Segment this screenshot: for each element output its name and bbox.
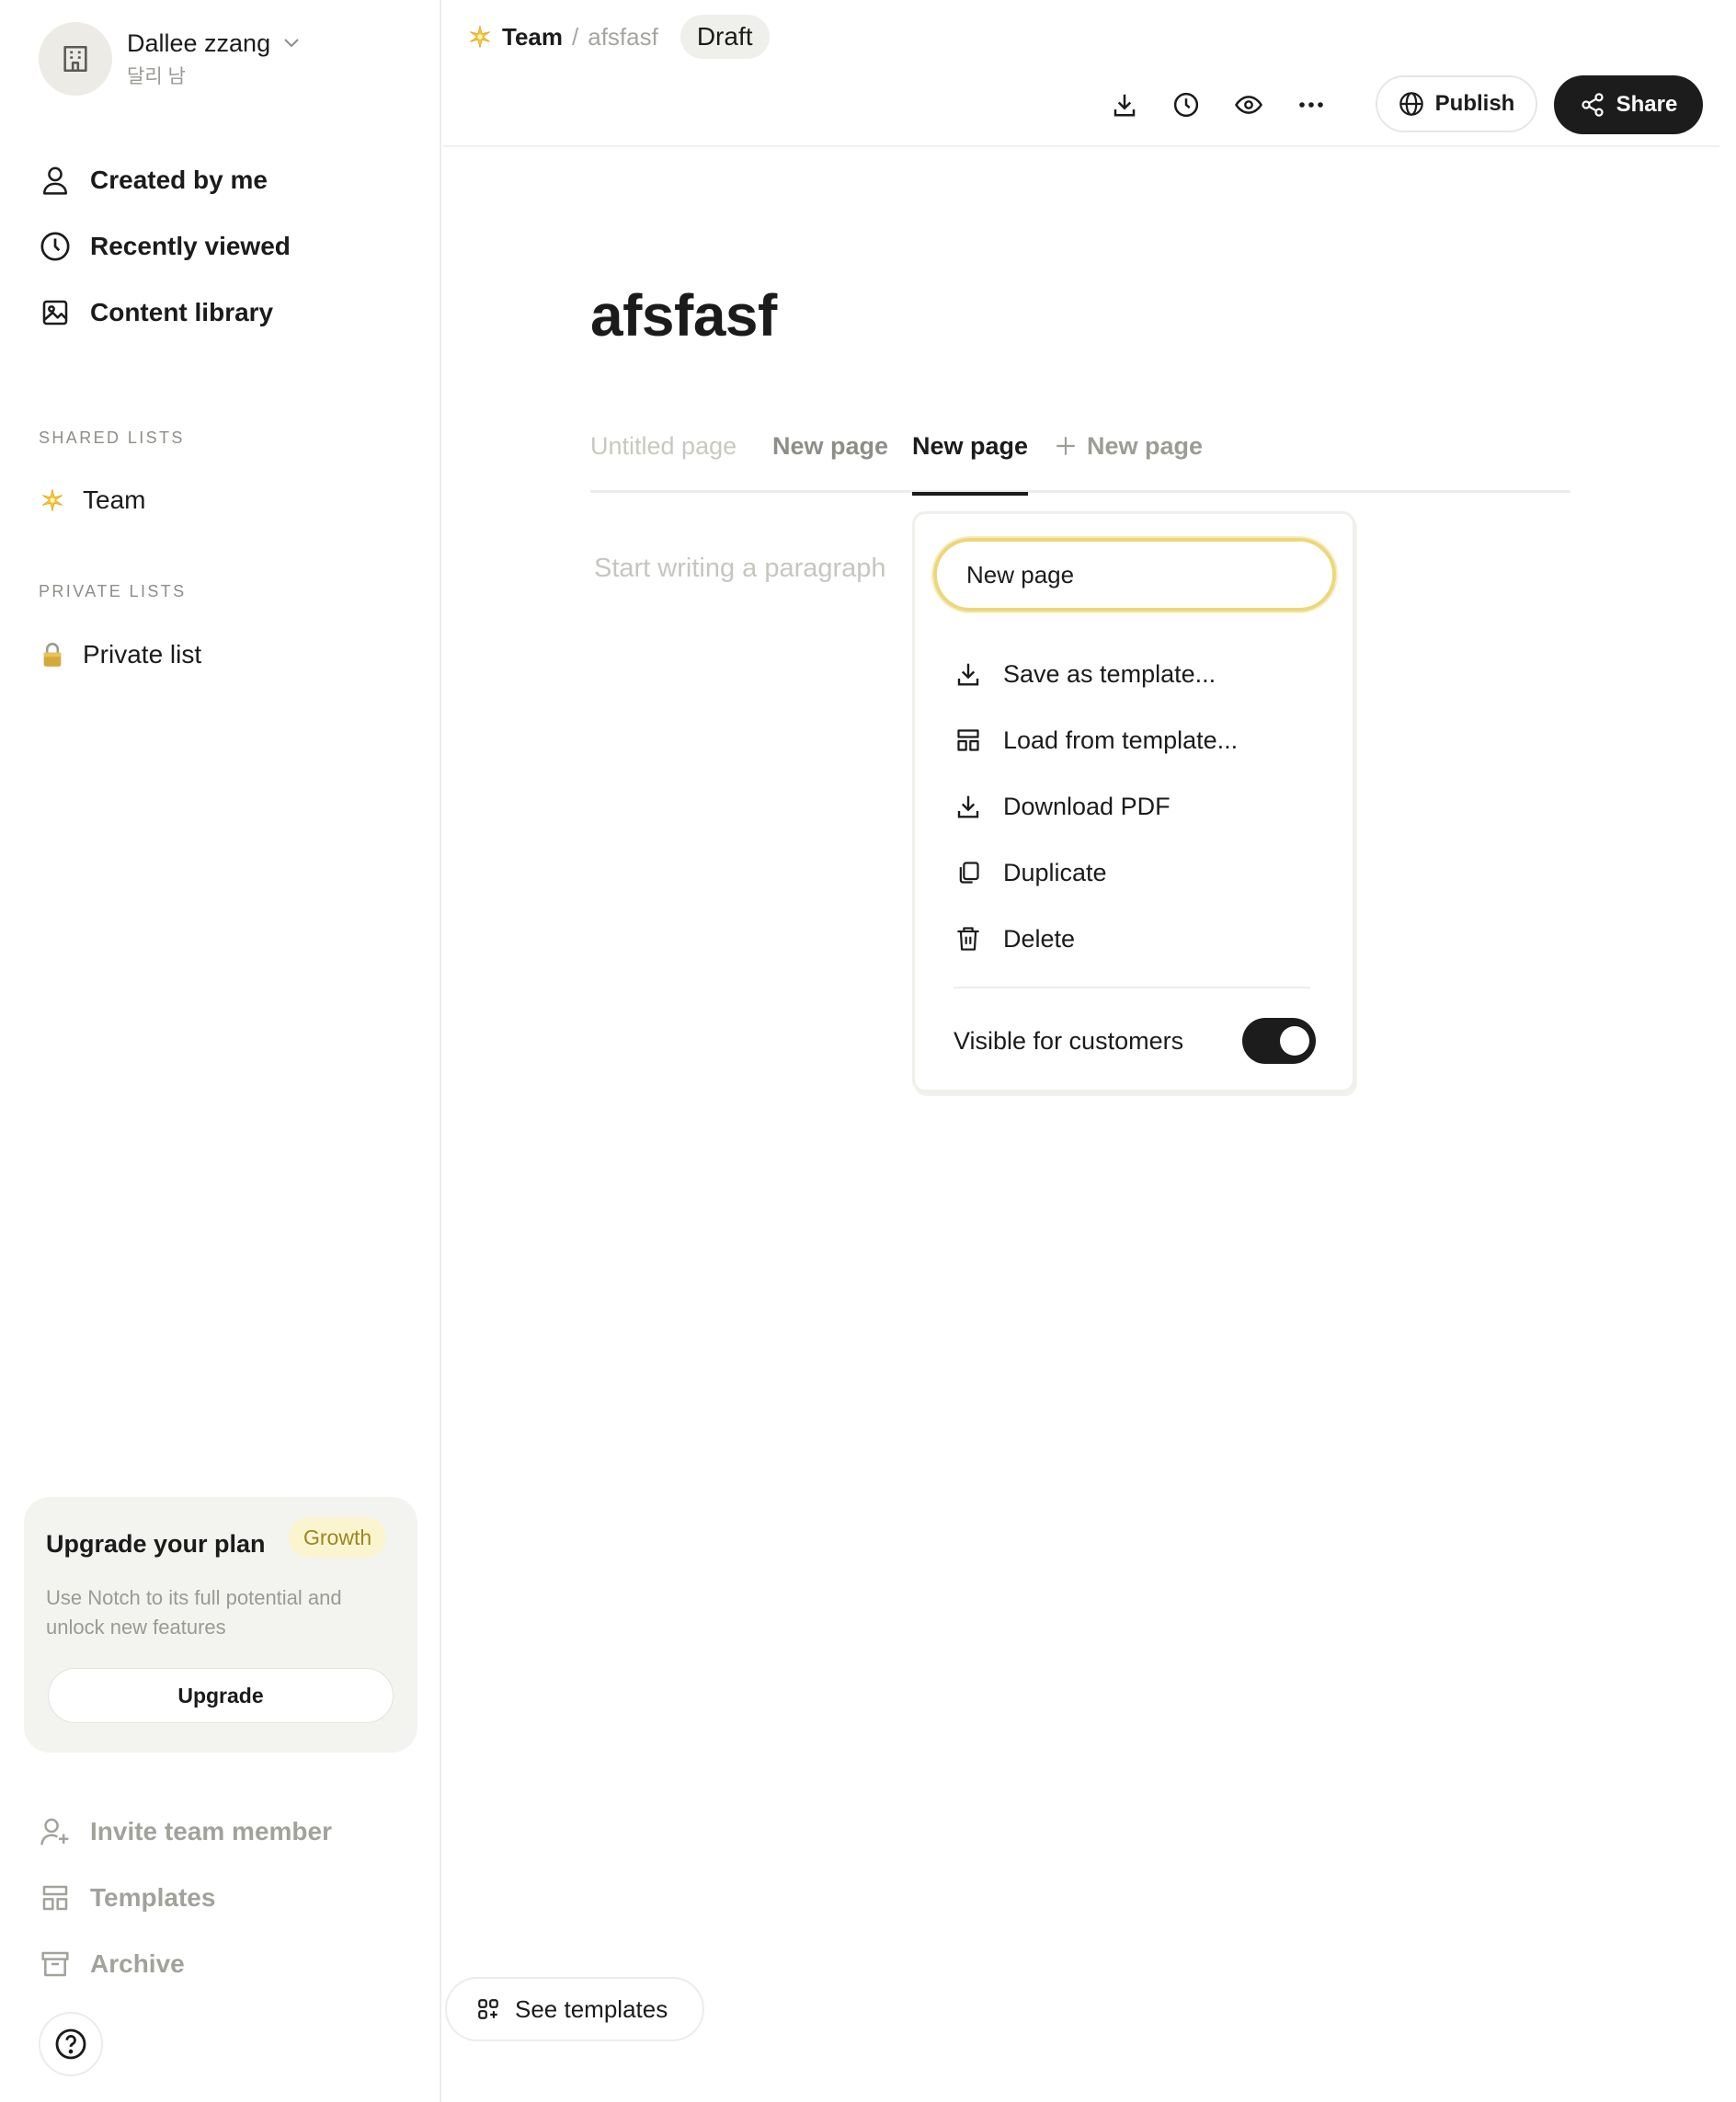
templates-grid-icon: [476, 1997, 500, 2021]
upgrade-button[interactable]: Upgrade: [48, 1668, 394, 1723]
menu-delete[interactable]: Delete: [954, 906, 1238, 972]
page-options-menu: Save as template... Load from template..…: [954, 641, 1238, 972]
nav-label: Created by me: [90, 166, 268, 194]
workspace-subtitle: 달리 남: [127, 65, 186, 87]
breadcrumb: Team / afsfasf Draft: [467, 15, 770, 59]
nav-invite-team-member[interactable]: Invite team member: [39, 1799, 332, 1865]
menu-save-as-template[interactable]: Save as template...: [954, 641, 1238, 707]
template-icon: [39, 1881, 72, 1914]
upgrade-card: Upgrade your plan Growth Use Notch to it…: [24, 1497, 417, 1753]
workspace-name: Dallee zzang: [127, 29, 271, 57]
menu-label: Download PDF: [1003, 792, 1171, 820]
document-title[interactable]: afsfasf: [590, 281, 777, 349]
menu-label: Duplicate: [1003, 858, 1107, 886]
nav-label: Templates: [90, 1883, 216, 1912]
list-item-private[interactable]: Private list: [39, 640, 201, 669]
help-icon: [54, 2028, 87, 2061]
more-button[interactable]: [1291, 85, 1331, 125]
menu-duplicate[interactable]: Duplicate: [954, 840, 1238, 906]
globe-icon: [1399, 91, 1424, 117]
download-icon: [954, 792, 983, 821]
upgrade-title: Upgrade your plan: [46, 1530, 266, 1558]
help-button[interactable]: [39, 2012, 103, 2076]
breadcrumb-page[interactable]: afsfasf: [588, 23, 658, 51]
menu-download-pdf[interactable]: Download PDF: [954, 773, 1238, 840]
add-page-label: New page: [1087, 432, 1204, 460]
download-icon: [1111, 91, 1138, 119]
upgrade-description: Use Notch to its full potential and unlo…: [46, 1586, 342, 1639]
paragraph-placeholder[interactable]: Start writing a paragraph: [594, 554, 886, 584]
nav-archive[interactable]: Archive: [39, 1931, 332, 1997]
visible-for-customers-toggle[interactable]: [1242, 1018, 1316, 1064]
toggle-knob: [1280, 1026, 1309, 1056]
workspace-avatar: [39, 22, 112, 96]
nav-label: Invite team member: [90, 1817, 332, 1845]
menu-label: Load from template...: [1003, 725, 1239, 754]
see-templates-label: See templates: [515, 1994, 668, 2023]
image-icon: [39, 296, 72, 329]
nav-recently-viewed[interactable]: Recently viewed: [39, 213, 291, 280]
load-template-icon: [954, 725, 983, 755]
status-badge: Draft: [680, 15, 770, 59]
breadcrumb-separator: /: [572, 22, 579, 51]
breadcrumb-team[interactable]: Team: [502, 23, 563, 51]
download-button[interactable]: [1104, 85, 1145, 125]
visible-for-customers-label: Visible for customers: [954, 1026, 1184, 1055]
nav-label: Content library: [90, 298, 274, 326]
plus-icon: [1054, 434, 1078, 458]
menu-label: Delete: [1003, 924, 1076, 953]
list-item-team[interactable]: Team: [39, 486, 145, 515]
sparkle-icon: [467, 24, 493, 50]
plan-badge: Growth: [289, 1517, 387, 1558]
tab-new-page-active[interactable]: New page: [912, 432, 1029, 496]
history-button[interactable]: [1166, 85, 1206, 125]
sparkle-icon: [39, 486, 66, 514]
add-page-button[interactable]: New page: [1054, 432, 1203, 461]
nav-label: Archive: [90, 1949, 185, 1978]
sidebar: Dallee zzang 달리 남 Created by me Recently…: [0, 0, 441, 2102]
page-tabs: Untitled page New page New page New page: [590, 423, 1570, 496]
chevron-down-icon: [283, 38, 300, 49]
publish-label: Publish: [1434, 91, 1515, 116]
menu-label: Save as template...: [1003, 659, 1216, 688]
workspace-switcher[interactable]: Dallee zzang 달리 남: [39, 22, 300, 96]
archive-icon: [39, 1948, 72, 1981]
lock-icon: [39, 641, 66, 668]
tab-new-page[interactable]: New page: [772, 432, 888, 493]
publish-button[interactable]: Publish: [1376, 75, 1537, 132]
user-plus-icon: [39, 1815, 72, 1848]
building-icon: [60, 43, 91, 74]
menu-load-from-template[interactable]: Load from template...: [954, 707, 1238, 773]
shared-lists-heading: SHARED LISTS: [39, 428, 185, 447]
clock-icon: [39, 230, 72, 263]
duplicate-icon: [954, 858, 983, 887]
save-template-icon: [954, 659, 983, 689]
share-label: Share: [1616, 92, 1678, 117]
nav-content-library[interactable]: Content library: [39, 280, 291, 346]
nav-templates[interactable]: Templates: [39, 1865, 332, 1931]
user-icon: [39, 164, 72, 197]
private-lists-heading: PRIVATE LISTS: [39, 582, 187, 600]
list-label: Private list: [83, 640, 202, 668]
nav-label: Recently viewed: [90, 232, 291, 260]
page-title-input[interactable]: [933, 538, 1336, 611]
visible-for-customers-row: Visible for customers: [954, 1018, 1316, 1064]
more-icon: [1297, 101, 1325, 109]
tab-untitled-page[interactable]: Untitled page: [590, 432, 737, 493]
share-icon: [1580, 92, 1605, 118]
eye-icon: [1234, 91, 1263, 119]
share-button[interactable]: Share: [1554, 75, 1703, 134]
list-label: Team: [83, 486, 146, 514]
trash-icon: [954, 924, 983, 954]
top-bar: Team / afsfasf Draft Publish Share: [443, 0, 1719, 147]
preview-button[interactable]: [1228, 85, 1269, 125]
page-options-popover: Save as template... Load from template..…: [912, 511, 1355, 1092]
primary-nav: Created by me Recently viewed Content li…: [39, 147, 291, 346]
menu-divider: [954, 987, 1310, 988]
see-templates-button[interactable]: See templates: [445, 1977, 704, 2041]
secondary-nav: Invite team member Templates Archive: [39, 1799, 332, 1997]
history-icon: [1172, 91, 1200, 119]
nav-created-by-me[interactable]: Created by me: [39, 147, 291, 213]
